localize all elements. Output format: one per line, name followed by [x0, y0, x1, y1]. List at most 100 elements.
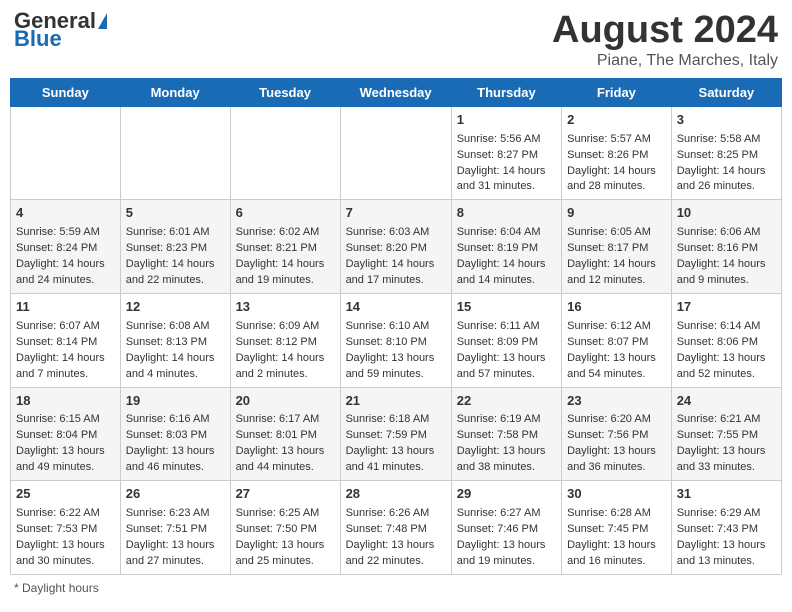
day-number: 11: [16, 298, 115, 317]
calendar-cell: 7Sunrise: 6:03 AMSunset: 8:20 PMDaylight…: [340, 200, 451, 294]
cell-info-line: Sunrise: 6:25 AM: [236, 506, 335, 522]
cell-info-line: Sunset: 7:58 PM: [457, 428, 556, 444]
cell-info-line: Sunset: 8:03 PM: [126, 428, 225, 444]
cell-info-line: Sunset: 7:59 PM: [346, 428, 446, 444]
calendar-cell: 22Sunrise: 6:19 AMSunset: 7:58 PMDayligh…: [451, 387, 561, 481]
calendar-cell: 17Sunrise: 6:14 AMSunset: 8:06 PMDayligh…: [671, 293, 781, 387]
day-number: 21: [346, 392, 446, 411]
calendar-cell: [340, 106, 451, 200]
cell-info-line: Sunrise: 6:27 AM: [457, 506, 556, 522]
cell-info-line: Sunrise: 6:11 AM: [457, 319, 556, 335]
cell-info-line: Sunrise: 6:07 AM: [16, 319, 115, 335]
calendar-cell: [230, 106, 340, 200]
calendar-cell: 25Sunrise: 6:22 AMSunset: 7:53 PMDayligh…: [11, 481, 121, 575]
cell-info-line: Sunset: 8:12 PM: [236, 335, 335, 351]
calendar-cell: 29Sunrise: 6:27 AMSunset: 7:46 PMDayligh…: [451, 481, 561, 575]
cell-info-line: Sunrise: 5:58 AM: [677, 132, 776, 148]
calendar-cell: 1Sunrise: 5:56 AMSunset: 8:27 PMDaylight…: [451, 106, 561, 200]
cell-info-line: Sunrise: 6:20 AM: [567, 412, 666, 428]
cell-info-line: Daylight: 13 hours and 36 minutes.: [567, 444, 666, 476]
cell-info-line: Sunrise: 6:03 AM: [346, 225, 446, 241]
day-number: 9: [567, 204, 666, 223]
cell-info-line: Sunrise: 6:15 AM: [16, 412, 115, 428]
calendar-cell: 28Sunrise: 6:26 AMSunset: 7:48 PMDayligh…: [340, 481, 451, 575]
cell-info-line: Daylight: 13 hours and 52 minutes.: [677, 351, 776, 383]
cell-info-line: Daylight: 14 hours and 19 minutes.: [236, 257, 335, 289]
cell-info-line: Daylight: 13 hours and 38 minutes.: [457, 444, 556, 476]
cell-info-line: Sunrise: 6:26 AM: [346, 506, 446, 522]
cell-info-line: Sunrise: 6:06 AM: [677, 225, 776, 241]
cell-info-line: Sunrise: 6:09 AM: [236, 319, 335, 335]
cell-info-line: Sunrise: 5:56 AM: [457, 132, 556, 148]
day-header-monday: Monday: [120, 78, 230, 106]
calendar-cell: 15Sunrise: 6:11 AMSunset: 8:09 PMDayligh…: [451, 293, 561, 387]
calendar-cell: 4Sunrise: 5:59 AMSunset: 8:24 PMDaylight…: [11, 200, 121, 294]
cell-info-line: Sunrise: 6:14 AM: [677, 319, 776, 335]
cell-info-line: Sunrise: 6:02 AM: [236, 225, 335, 241]
cell-info-line: Daylight: 13 hours and 19 minutes.: [457, 538, 556, 570]
day-number: 25: [16, 485, 115, 504]
cell-info-line: Sunset: 8:01 PM: [236, 428, 335, 444]
day-number: 10: [677, 204, 776, 223]
cell-info-line: Sunrise: 5:59 AM: [16, 225, 115, 241]
day-number: 24: [677, 392, 776, 411]
day-header-tuesday: Tuesday: [230, 78, 340, 106]
header: General Blue August 2024 Piane, The Marc…: [10, 10, 782, 70]
cell-info-line: Daylight: 13 hours and 59 minutes.: [346, 351, 446, 383]
cell-info-line: Sunset: 8:25 PM: [677, 148, 776, 164]
day-number: 23: [567, 392, 666, 411]
day-header-sunday: Sunday: [11, 78, 121, 106]
day-header-saturday: Saturday: [671, 78, 781, 106]
cell-info-line: Sunset: 8:09 PM: [457, 335, 556, 351]
calendar-cell: 9Sunrise: 6:05 AMSunset: 8:17 PMDaylight…: [562, 200, 672, 294]
day-number: 5: [126, 204, 225, 223]
cell-info-line: Sunset: 8:20 PM: [346, 241, 446, 257]
cell-info-line: Sunset: 7:51 PM: [126, 522, 225, 538]
calendar-cell: 13 Sunrise: 6:09 AMSunset: 8:12 PMDayligh…: [230, 293, 340, 387]
calendar-cell: 18Sunrise: 6:15 AMSunset: 8:04 PMDayligh…: [11, 387, 121, 481]
calendar-cell: 11Sunrise: 6:07 AMSunset: 8:14 PMDayligh…: [11, 293, 121, 387]
cell-info-line: Sunrise: 6:08 AM: [126, 319, 225, 335]
cell-info-line: Daylight: 14 hours and 22 minutes.: [126, 257, 225, 289]
day-number: 15: [457, 298, 556, 317]
month-title: August 2024: [552, 10, 778, 52]
day-number: 13: [236, 298, 335, 317]
day-header-friday: Friday: [562, 78, 672, 106]
cell-info-line: Sunrise: 6:16 AM: [126, 412, 225, 428]
cell-info-line: Sunrise: 6:12 AM: [567, 319, 666, 335]
calendar-cell: 21Sunrise: 6:18 AMSunset: 7:59 PMDayligh…: [340, 387, 451, 481]
day-header-wednesday: Wednesday: [340, 78, 451, 106]
calendar-cell: 3Sunrise: 5:58 AMSunset: 8:25 PMDaylight…: [671, 106, 781, 200]
logo-triangle-icon: [98, 13, 107, 29]
title-block: August 2024 Piane, The Marches, Italy: [552, 10, 778, 70]
cell-info-line: Sunset: 8:10 PM: [346, 335, 446, 351]
day-number: 3: [677, 111, 776, 130]
day-number: 1: [457, 111, 556, 130]
cell-info-line: Sunset: 8:13 PM: [126, 335, 225, 351]
logo-blue: Blue: [14, 28, 109, 50]
calendar-cell: 5Sunrise: 6:01 AMSunset: 8:23 PMDaylight…: [120, 200, 230, 294]
cell-info-line: Sunrise: 5:57 AM: [567, 132, 666, 148]
calendar-cell: 8Sunrise: 6:04 AMSunset: 8:19 PMDaylight…: [451, 200, 561, 294]
calendar-cell: 26Sunrise: 6:23 AMSunset: 7:51 PMDayligh…: [120, 481, 230, 575]
cell-info-line: Sunset: 8:19 PM: [457, 241, 556, 257]
calendar-cell: 14Sunrise: 6:10 AMSunset: 8:10 PMDayligh…: [340, 293, 451, 387]
day-number: 17: [677, 298, 776, 317]
cell-info-line: Sunset: 7:45 PM: [567, 522, 666, 538]
cell-info-line: Sunset: 7:53 PM: [16, 522, 115, 538]
calendar-cell: 16Sunrise: 6:12 AMSunset: 8:07 PMDayligh…: [562, 293, 672, 387]
calendar-cell: 19Sunrise: 6:16 AMSunset: 8:03 PMDayligh…: [120, 387, 230, 481]
cell-info-line: Daylight: 14 hours and 7 minutes.: [16, 351, 115, 383]
cell-info-line: Sunrise: 6:17 AM: [236, 412, 335, 428]
cell-info-line: Sunset: 8:26 PM: [567, 148, 666, 164]
cell-info-line: Sunset: 7:56 PM: [567, 428, 666, 444]
cell-info-line: Daylight: 14 hours and 2 minutes.: [236, 351, 335, 383]
day-number: 19: [126, 392, 225, 411]
footer-note: * Daylight hours: [10, 581, 782, 595]
cell-info-line: Daylight: 13 hours and 16 minutes.: [567, 538, 666, 570]
cell-info-line: Daylight: 14 hours and 31 minutes.: [457, 164, 556, 196]
cell-info-line: Daylight: 13 hours and 54 minutes.: [567, 351, 666, 383]
cell-info-line: Sunrise: 6:04 AM: [457, 225, 556, 241]
cell-info-line: Sunset: 8:21 PM: [236, 241, 335, 257]
cell-info-line: Daylight: 13 hours and 33 minutes.: [677, 444, 776, 476]
